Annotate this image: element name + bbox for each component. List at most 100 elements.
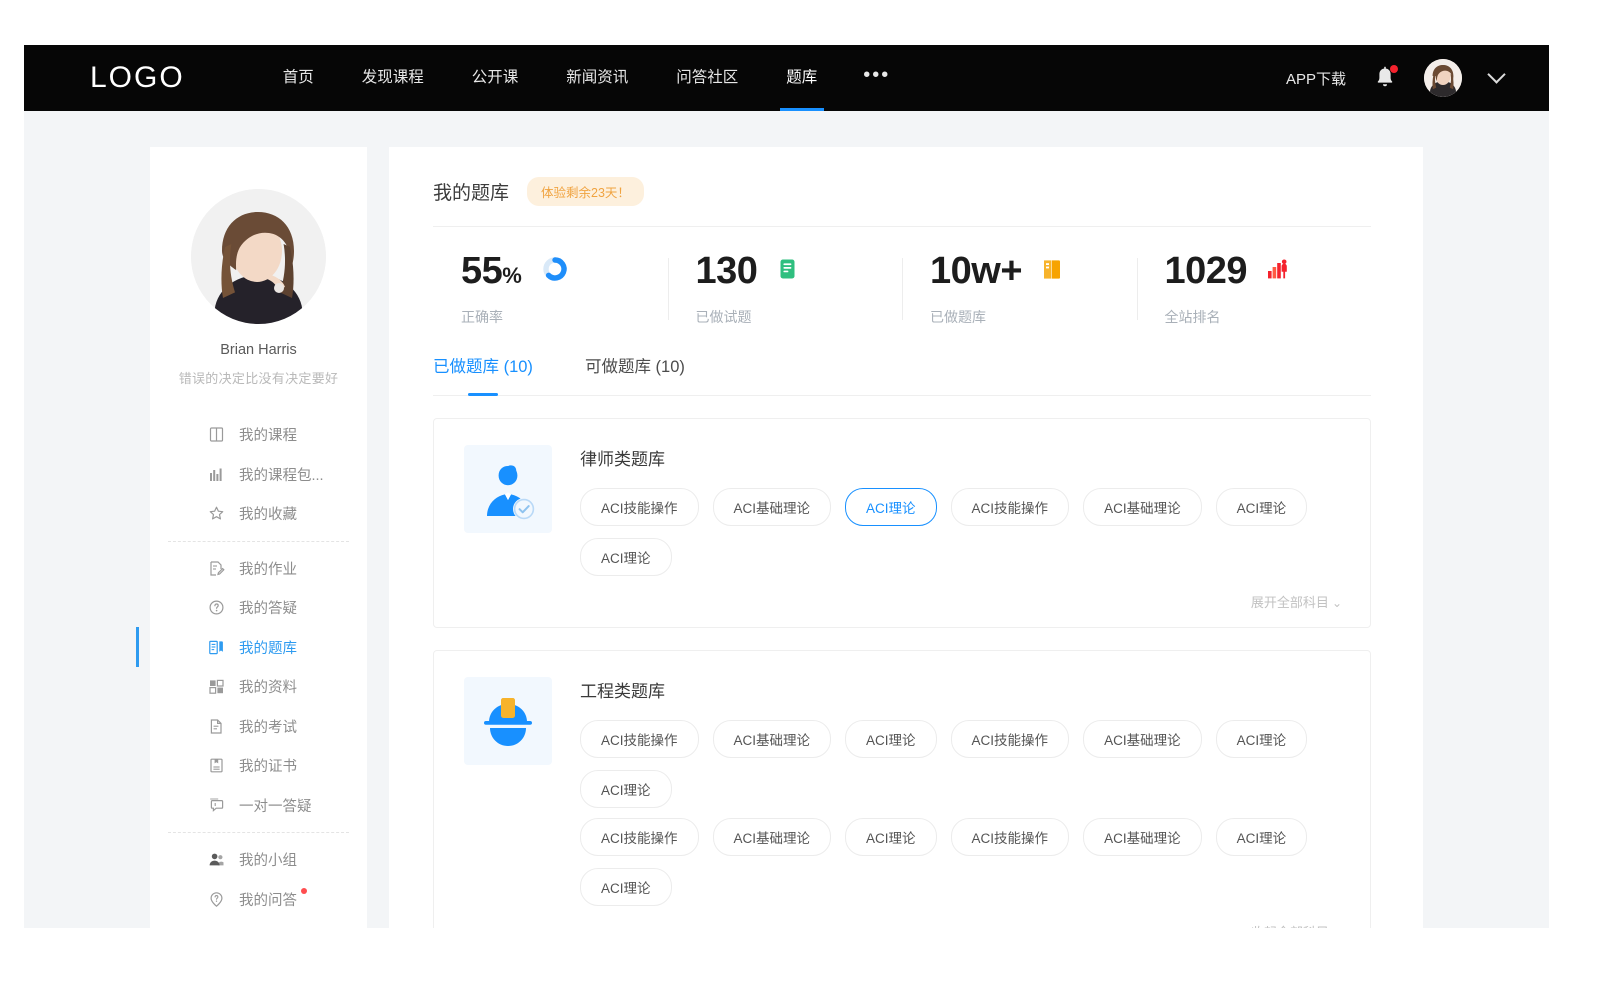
subject-tag[interactable]: ACI基础理论 <box>1083 488 1202 526</box>
bar-chart-icon <box>208 466 225 483</box>
sidebar-item-label: 我的考试 <box>239 716 297 737</box>
profile-user-motto: 错误的决定比没有决定要好 <box>162 368 355 387</box>
subject-tag[interactable]: ACI技能操作 <box>951 720 1070 758</box>
question-bank-card: 律师类题库ACI技能操作ACI基础理论ACI理论ACI技能操作ACI基础理论AC… <box>433 418 1371 628</box>
expand-all-subjects-link[interactable]: 展开全部科目⌄ <box>580 586 1346 613</box>
stat-value: 10w+ <box>930 252 1022 290</box>
subject-tag[interactable]: ACI理论 <box>580 770 672 808</box>
sidebar-item-7[interactable]: 我的考试 <box>150 707 367 747</box>
subject-tag[interactable]: ACI理论 <box>580 538 672 576</box>
sidebar-item-8[interactable]: 我的证书 <box>150 746 367 786</box>
stat-label: 全站排名 <box>1165 307 1372 327</box>
stat-value-number: 55 <box>461 250 502 292</box>
green-note-icon <box>777 258 798 285</box>
content-tabs: 已做题库 (10) 可做题库 (10) <box>433 353 1371 396</box>
subject-tag[interactable]: ACI基础理论 <box>1083 818 1202 856</box>
book-icon <box>208 426 225 443</box>
app-window: LOGO 首页发现课程公开课新闻资讯问答社区题库 ••• APP下载 <box>24 45 1549 928</box>
profile-user-name: Brian Harris <box>162 342 355 358</box>
subject-tag[interactable]: ACI基础理论 <box>713 720 832 758</box>
main-content: 我的题库 体验剩余23天！ 55%正确率130已做试题10w+已做题库1029全… <box>389 147 1423 928</box>
tab-0[interactable]: 已做题库 (10) <box>433 353 533 395</box>
unread-dot <box>301 888 307 894</box>
sidebar-item-9[interactable]: 一对一答疑 <box>150 786 367 826</box>
expand-label: 收起全部科目 <box>1251 925 1329 928</box>
sidebar-item-4[interactable]: 我的答疑 <box>150 588 367 628</box>
site-logo[interactable]: LOGO <box>90 61 185 95</box>
subject-tag[interactable]: ACI理论 <box>845 720 937 758</box>
sidebar-item-label: 我的资料 <box>239 676 297 697</box>
stat-label: 已做题库 <box>930 307 1137 327</box>
subject-tag[interactable]: ACI技能操作 <box>951 818 1070 856</box>
user-menu-chevron-down-icon[interactable] <box>1487 65 1505 83</box>
subject-tag[interactable]: ACI理论 <box>845 488 937 526</box>
notification-bell-icon[interactable] <box>1374 66 1396 90</box>
subject-tag[interactable]: ACI基础理论 <box>713 818 832 856</box>
nav-item-0[interactable]: 首页 <box>259 45 338 111</box>
star-icon <box>208 505 225 522</box>
nav-item-2[interactable]: 公开课 <box>448 45 543 111</box>
expand-label: 展开全部科目 <box>1251 595 1329 610</box>
nav-more-icon[interactable]: ••• <box>841 65 912 85</box>
nav-item-5[interactable]: 题库 <box>762 45 841 111</box>
chevron-icon: ⌃ <box>1332 926 1342 928</box>
subject-tag[interactable]: ACI基础理论 <box>713 488 832 526</box>
sidebar-item-3[interactable]: 我的作业 <box>150 549 367 589</box>
nav-item-1[interactable]: 发现课程 <box>338 45 448 111</box>
subject-tag[interactable]: ACI理论 <box>580 868 672 906</box>
tab-1[interactable]: 可做题库 (10) <box>585 353 685 395</box>
stat-card-2: 10w+ 已做题库 <box>902 252 1137 327</box>
stats-row: 55%正确率130已做试题10w+已做题库1029全站排名 <box>433 227 1371 345</box>
subject-tag[interactable]: ACI理论 <box>1216 720 1308 758</box>
subject-tag[interactable]: ACI技能操作 <box>580 720 699 758</box>
stat-card-3: 1029 全站排名 <box>1137 252 1372 327</box>
sidebar-item-label: 我的证书 <box>239 755 297 776</box>
subject-tag[interactable]: ACI技能操作 <box>580 488 699 526</box>
app-download-link[interactable]: APP下载 <box>1286 68 1346 89</box>
exam-paper-icon <box>208 718 225 735</box>
sidebar-item-5[interactable]: 我的题库 <box>150 628 367 668</box>
sidebar-item-2[interactable]: 我的收藏 <box>150 494 367 534</box>
subject-tag[interactable]: ACI理论 <box>1216 818 1308 856</box>
sidebar-item-label: 我的小组 <box>239 849 297 870</box>
chevron-icon: ⌄ <box>1332 596 1342 610</box>
sidebar-item-label: 我的题库 <box>239 637 297 658</box>
subject-tag[interactable]: ACI基础理论 <box>1083 720 1202 758</box>
tag-row: ACI技能操作 ACI基础理论 ACI理论 ACI技能操作 ACI基础理论 ACI理论 AC… <box>580 488 1346 576</box>
sidebar-separator <box>168 832 349 833</box>
top-navigation-bar: LOGO 首页发现课程公开课新闻资讯问答社区题库 ••• APP下载 <box>24 45 1549 111</box>
subject-tag[interactable]: ACI理论 <box>845 818 937 856</box>
user-avatar[interactable] <box>1424 59 1462 97</box>
subject-tag[interactable]: ACI理论 <box>1216 488 1308 526</box>
sidebar-item-0[interactable]: 我的课程 <box>150 415 367 455</box>
sidebar-item-12[interactable]: 我的笔记 <box>150 919 367 928</box>
sidebar-item-1[interactable]: 我的课程包... <box>150 455 367 495</box>
sidebar-item-11[interactable]: 我的问答 <box>150 880 367 920</box>
profile-avatar[interactable] <box>191 189 326 324</box>
red-rank-icon <box>1267 258 1288 285</box>
trial-remaining-badge[interactable]: 体验剩余23天！ <box>527 177 644 206</box>
sidebar-menu: 我的课程我的课程包...我的收藏我的作业我的答疑我的题库我的资料我的考试我的证书… <box>150 415 367 928</box>
expand-all-subjects-link[interactable]: 收起全部科目⌃ <box>580 916 1346 928</box>
tag-row: ACI技能操作 ACI基础理论 ACI理论 ACI技能操作 ACI基础理论 ACI理论 AC… <box>580 720 1346 808</box>
stat-card-0: 55%正确率 <box>433 252 668 327</box>
stat-value-row: 1029 <box>1165 252 1372 290</box>
sidebar-item-6[interactable]: 我的资料 <box>150 667 367 707</box>
chat-bubble-icon <box>208 797 225 814</box>
sidebar-item-label: 我的课程 <box>239 424 297 445</box>
sidebar: Brian Harris 错误的决定比没有决定要好 我的课程我的课程包...我的… <box>150 147 367 928</box>
stat-value-number: 10w+ <box>930 250 1022 292</box>
question-bank-icon <box>208 639 225 656</box>
tag-row: ACI技能操作 ACI基础理论 ACI理论 ACI技能操作 ACI基础理论 ACI理论 AC… <box>580 818 1346 906</box>
orange-book-icon <box>1042 258 1062 285</box>
subject-tag[interactable]: ACI技能操作 <box>951 488 1070 526</box>
nav-item-3[interactable]: 新闻资讯 <box>542 45 652 111</box>
nav-item-4[interactable]: 问答社区 <box>652 45 762 111</box>
sidebar-item-10[interactable]: 我的小组 <box>150 840 367 880</box>
sidebar-item-label: 一对一答疑 <box>239 795 312 816</box>
notification-badge-dot <box>1390 65 1398 73</box>
stat-value-row: 10w+ <box>930 252 1137 290</box>
subject-tag[interactable]: ACI技能操作 <box>580 818 699 856</box>
stat-value-number: 1029 <box>1165 250 1248 292</box>
profile-block: Brian Harris 错误的决定比没有决定要好 <box>150 189 367 387</box>
